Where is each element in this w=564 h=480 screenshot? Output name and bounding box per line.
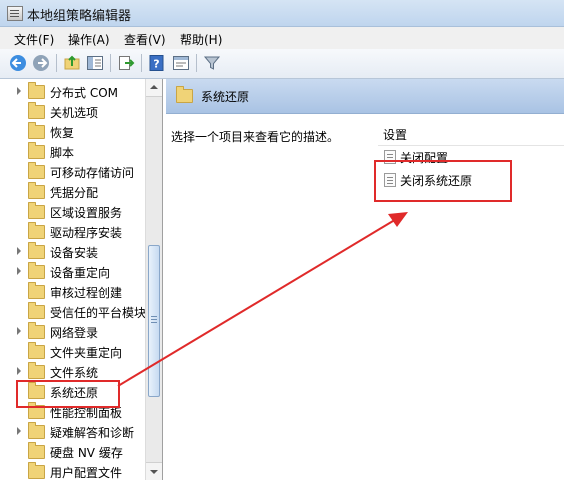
annotation-arrow — [117, 212, 408, 387]
